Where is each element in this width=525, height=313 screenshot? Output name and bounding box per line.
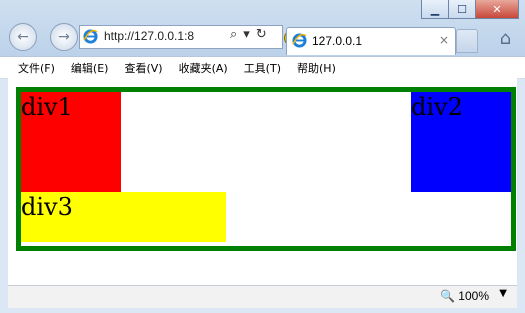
zoom-control[interactable]: 🔍 100%	[440, 289, 489, 303]
refresh-icon[interactable]: ↻	[256, 27, 267, 42]
div2-label: div2	[411, 93, 463, 121]
zoom-icon: 🔍	[440, 289, 456, 303]
search-icon[interactable]: ⌕	[230, 27, 237, 42]
div3-box: div3	[21, 192, 226, 242]
forward-arrow-icon: →	[58, 29, 70, 45]
menu-favorites[interactable]: 收藏夹(A)	[171, 57, 236, 78]
div1-box: div1	[21, 92, 121, 192]
menu-help[interactable]: 帮助(H)	[289, 57, 344, 78]
status-bar: 🔍 100% ▼	[8, 285, 517, 308]
div1-label: div1	[21, 93, 73, 121]
window-controls: ▁ ☐ ✕	[421, 0, 519, 19]
home-icon[interactable]: ⌂	[500, 28, 511, 49]
menu-bar: 文件(F) 编辑(E) 查看(V) 收藏夹(A) 工具(T) 帮助(H)	[0, 56, 525, 79]
zoom-dropdown-icon[interactable]: ▼	[499, 288, 507, 299]
tab-active[interactable]: 127.0.0.1 ×	[286, 27, 456, 55]
menu-view[interactable]: 查看(V)	[116, 57, 170, 78]
tab-close-icon[interactable]: ×	[439, 33, 449, 47]
zoom-level: 100%	[458, 289, 489, 303]
ie-logo-icon	[292, 33, 307, 48]
close-window-button[interactable]: ✕	[475, 0, 519, 19]
forward-button[interactable]: →	[50, 23, 78, 51]
url-text: http://127.0.0.1:8	[104, 29, 195, 43]
page-content: div1 div2 div3	[8, 78, 517, 285]
menu-tools[interactable]: 工具(T)	[236, 57, 289, 78]
container-div: div1 div2 div3	[16, 87, 516, 251]
window-titlebar: ▁ ☐ ✕ ← → http://127.0.0.1:8 + ⌕ ▾ ↻ 127…	[0, 0, 525, 56]
back-arrow-icon: ←	[17, 29, 29, 45]
ie-logo-icon	[83, 29, 98, 44]
menu-file[interactable]: 文件(F)	[0, 57, 63, 78]
menu-edit[interactable]: 编辑(E)	[63, 57, 117, 78]
address-tools: ⌕ ▾ ↻	[230, 27, 267, 42]
div2-box: div2	[411, 92, 511, 192]
tab-title: 127.0.0.1	[312, 34, 363, 48]
new-tab-button[interactable]	[456, 29, 478, 53]
chevron-down-icon[interactable]: ▾	[243, 27, 250, 42]
minimize-button[interactable]: ▁	[421, 0, 449, 19]
div3-label: div3	[21, 193, 73, 221]
maximize-button[interactable]: ☐	[448, 0, 476, 19]
back-button[interactable]: ←	[9, 23, 37, 51]
